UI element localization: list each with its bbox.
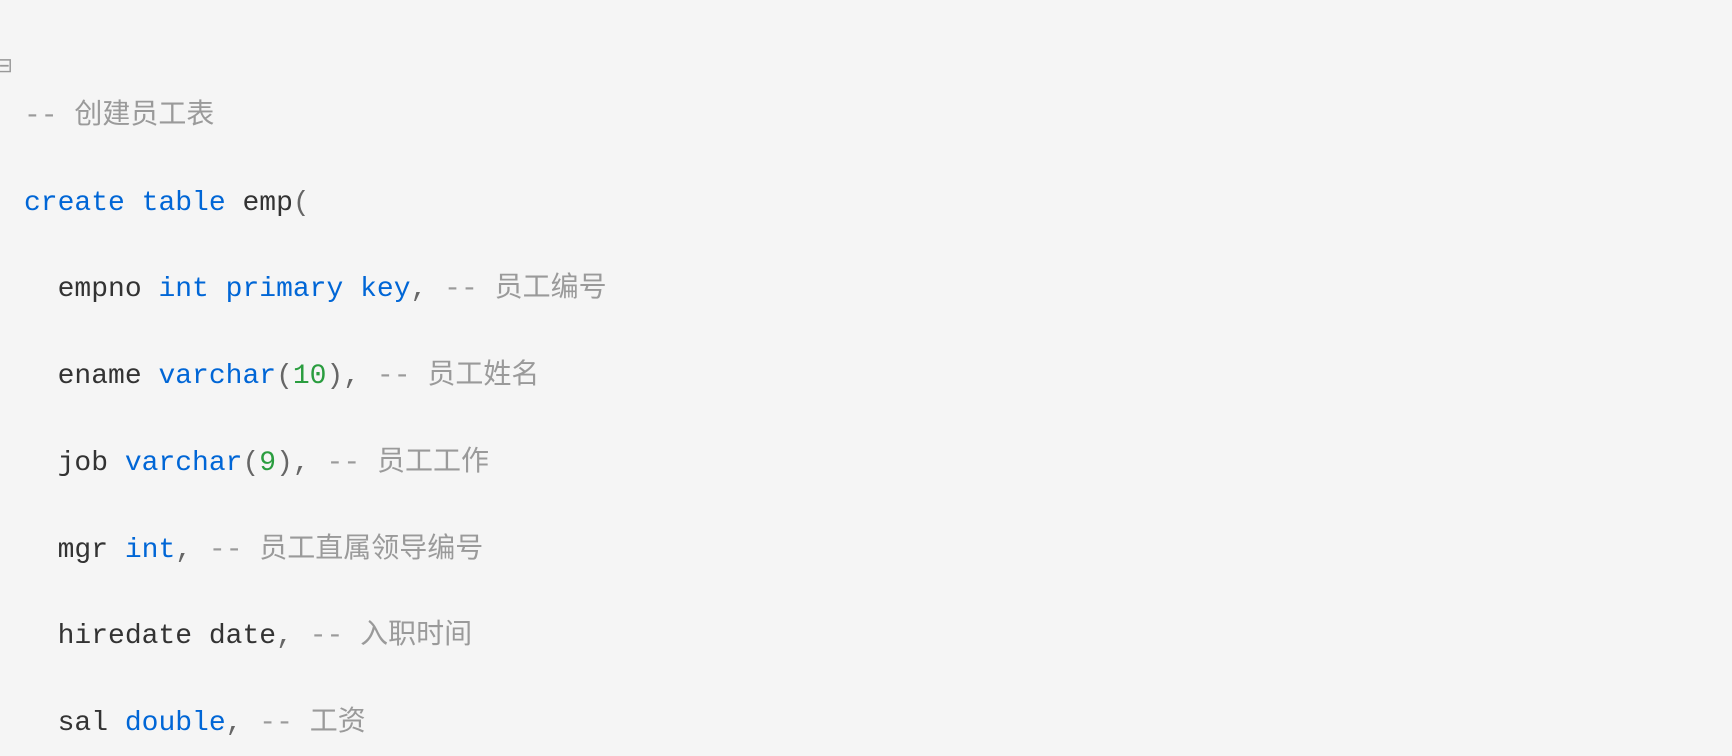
sql-keyword: create xyxy=(24,188,125,219)
sql-type: int xyxy=(125,535,175,566)
sql-identifier: job xyxy=(58,448,108,479)
code-editor[interactable]: ⊟ -- 创建员工表 create table emp( empno int p… xyxy=(0,0,1732,756)
code-line[interactable]: -- 创建员工表 xyxy=(12,95,1732,138)
sql-type: double xyxy=(125,708,226,739)
punct: ( xyxy=(242,448,259,479)
code-line[interactable]: empno int primary key, -- 员工编号 xyxy=(12,268,1732,311)
sql-comment: -- 员工编号 xyxy=(444,274,606,305)
code-line[interactable]: mgr int, -- 员工直属领导编号 xyxy=(12,529,1732,572)
code-line[interactable]: ename varchar(10), -- 员工姓名 xyxy=(12,355,1732,398)
code-line[interactable]: job varchar(9), -- 员工工作 xyxy=(12,442,1732,485)
sql-comment: -- 工资 xyxy=(259,708,365,739)
sql-keyword: table xyxy=(142,188,226,219)
sql-type: varchar xyxy=(125,448,243,479)
punct: ) xyxy=(326,361,343,392)
punct: , xyxy=(411,274,428,305)
sql-identifier: sal xyxy=(58,708,108,739)
sql-comment: -- 员工工作 xyxy=(327,448,489,479)
sql-identifier: hiredate xyxy=(58,621,192,652)
punct: , xyxy=(175,535,192,566)
sql-comment: -- 创建员工表 xyxy=(24,101,214,132)
sql-type: date xyxy=(209,621,276,652)
sql-comment: -- 入职时间 xyxy=(310,621,472,652)
punct: ( xyxy=(293,188,310,219)
sql-identifier: emp xyxy=(242,188,292,219)
sql-keyword: primary xyxy=(226,274,344,305)
punct: , xyxy=(226,708,243,739)
punct: ( xyxy=(276,361,293,392)
sql-identifier: empno xyxy=(58,274,142,305)
code-line[interactable]: sal double, -- 工资 xyxy=(12,702,1732,745)
sql-keyword: key xyxy=(360,274,410,305)
punct: , xyxy=(343,361,360,392)
sql-identifier: mgr xyxy=(58,535,108,566)
sql-number: 9 xyxy=(259,448,276,479)
code-line[interactable]: hiredate date, -- 入职时间 xyxy=(12,615,1732,658)
sql-identifier: ename xyxy=(58,361,142,392)
punct: ) xyxy=(276,448,293,479)
sql-comment: -- 员工直属领导编号 xyxy=(209,535,483,566)
sql-type: varchar xyxy=(158,361,276,392)
sql-number: 10 xyxy=(293,361,327,392)
code-line[interactable]: create table emp( xyxy=(12,182,1732,225)
fold-toggle-icon[interactable]: ⊟ xyxy=(0,52,13,83)
punct: , xyxy=(293,448,310,479)
sql-type: int xyxy=(158,274,208,305)
punct: , xyxy=(276,621,293,652)
sql-comment: -- 员工姓名 xyxy=(377,361,539,392)
